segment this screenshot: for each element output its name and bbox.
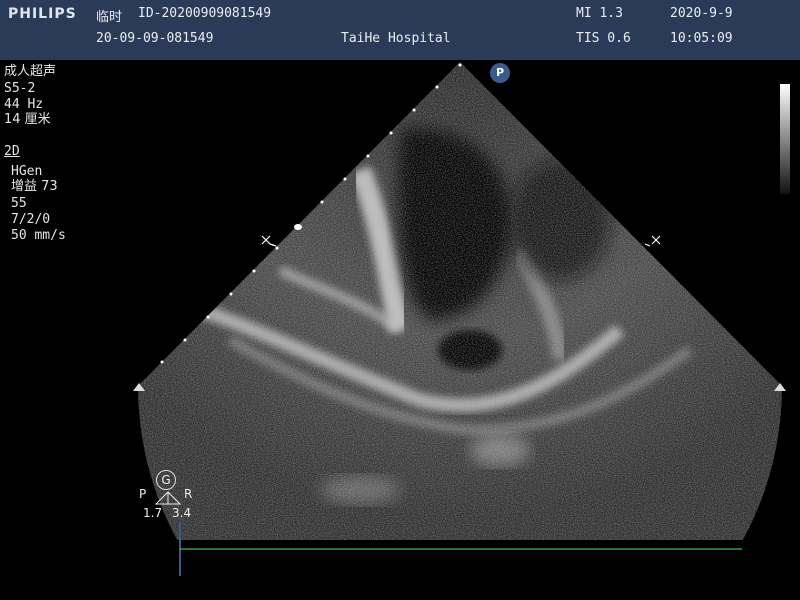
g-marker-icon: G [156, 470, 176, 490]
mode-label: 2D [4, 144, 20, 159]
r-orientation-label: R [184, 487, 193, 501]
gain-label: 增益 73 [11, 179, 58, 194]
p-marker-icon: P [490, 63, 510, 83]
grayscale-bar [780, 84, 790, 194]
focus-left-icon [261, 235, 277, 247]
gen-label: HGen [11, 164, 43, 179]
p-orientation-label: P [139, 487, 147, 501]
probe-label: S5-2 [4, 81, 36, 96]
r-value: 3.4 [172, 506, 192, 520]
sector-scan [138, 62, 782, 540]
ultrasound-image [133, 62, 786, 576]
preset-label: 成人超声 [4, 64, 57, 79]
focus-right-icon [644, 235, 661, 247]
sweep-speed-label: 50 mm/s [11, 228, 66, 243]
frame-rate-label: 44 Hz [4, 97, 44, 112]
persistence-label: 7/2/0 [11, 212, 51, 227]
compression-label: 55 [11, 196, 27, 211]
p-value: 1.7 [143, 506, 163, 520]
depth-label: 14 厘米 [4, 112, 51, 127]
